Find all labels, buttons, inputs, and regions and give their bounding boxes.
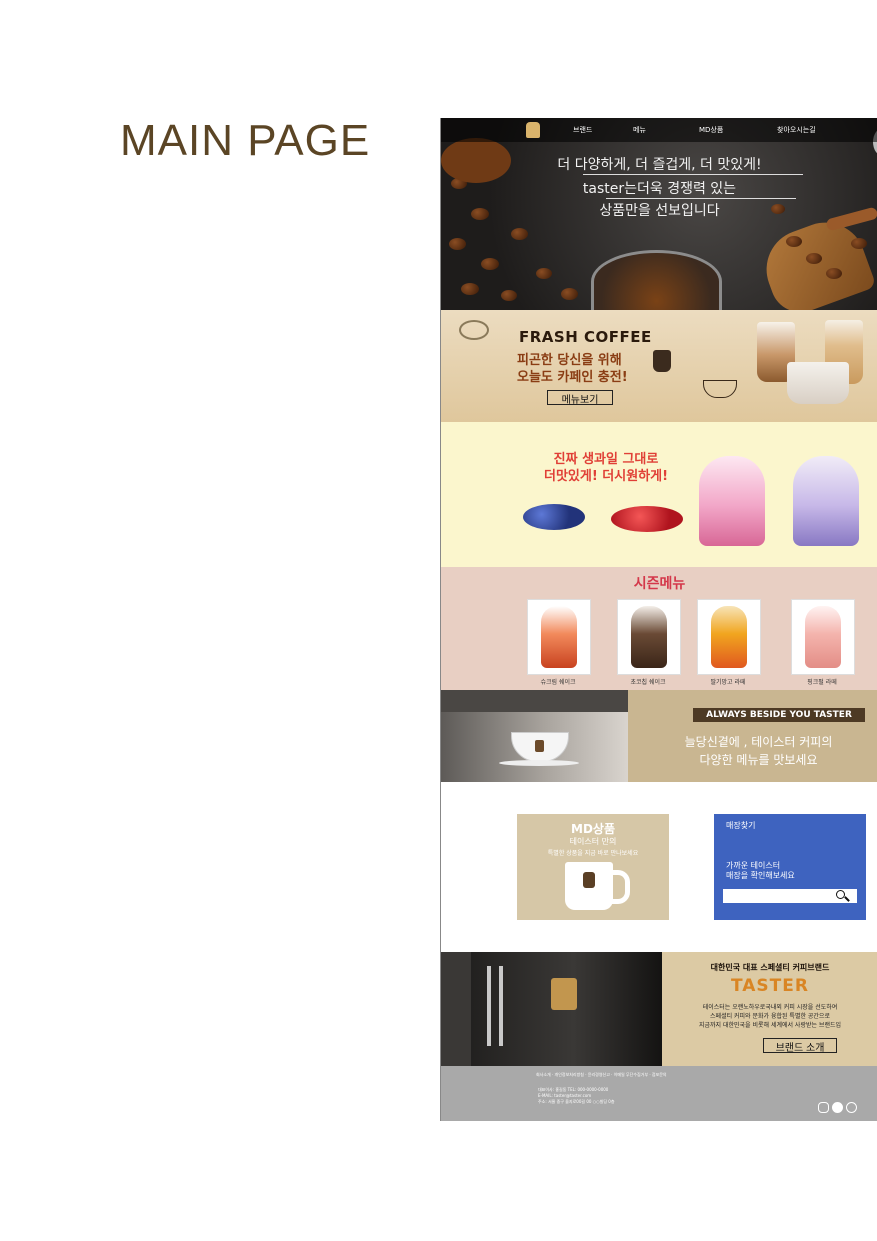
nav-location[interactable]: 찾아오시는길 [777, 125, 816, 135]
brand-intro-button[interactable]: 브랜드 소개 [763, 1038, 837, 1054]
hero-line-3: 상품만을 선보입니다 [599, 203, 720, 219]
website-mockup: 브랜드 메뉴 MD상품 찾아오시는길 더 다양하게, 더 즐겁게, 더 맛있게!… [440, 118, 877, 1121]
brand-desc-3: 지금까지 대한민국을 비롯해 세계에서 사랑받는 브랜드입 [698, 1022, 842, 1029]
always-beside-banner: ALWAYS BESIDE YOU TASTER 늘당신곁에 , 테이스터 커피… [441, 690, 877, 782]
nav-menu[interactable]: 메뉴 [633, 125, 646, 135]
footer-info-3: 주소: 서울 중구 을지로00길 00 ○○빌딩 0층 [538, 1099, 615, 1104]
brand-desc-2: 스페셜티 커피와 문화가 융합된 특별한 공간으로 [710, 1013, 830, 1020]
season-label-1: 슈크림 쉐이크 [540, 679, 576, 686]
season-card-4[interactable] [791, 599, 855, 675]
strawberry-frappe-image [699, 456, 765, 546]
nav-brand[interactable]: 브랜드 [573, 125, 592, 135]
cup-icon [459, 320, 489, 340]
always-badge: ALWAYS BESIDE YOU TASTER [693, 708, 865, 722]
top-nav: 브랜드 메뉴 MD상품 찾아오시는길 [441, 118, 877, 142]
season-label-2: 초코칩 쉐이크 [630, 679, 666, 686]
mail-icon[interactable] [846, 1102, 857, 1113]
fresh-title: FRASH COFFEE [519, 328, 652, 346]
cup-logo-icon [653, 350, 671, 372]
blueberry-frappe-image [793, 456, 859, 546]
brand-banner: 대한민국 대표 스페셜티 커피브랜드 TASTER 테이스터는 오랜노하우로국내… [441, 952, 877, 1066]
espresso-machine-image [441, 690, 628, 782]
hero-line-2: taster는더욱 경쟁력 있는 [582, 181, 737, 197]
md-sub: 테이스터 만의 [569, 837, 617, 846]
fresh-line-2: 오늘도 카페인 충전! [517, 370, 628, 385]
season-card-3[interactable] [697, 599, 761, 675]
season-card-1[interactable] [527, 599, 591, 675]
coffee-cup-icon [703, 380, 737, 398]
season-menu: 시즌메뉴 슈크림 쉐이크 초코칩 쉐이크 딸기망고 라떼 핑크펄 라떼 [441, 567, 877, 690]
fruit-banner: 진짜 생과일 그대로 더맛있게! 더시원하게! [441, 422, 877, 567]
facebook-icon[interactable] [832, 1102, 843, 1113]
md-title: MD상품 [571, 822, 615, 836]
footer-links[interactable]: 회사소개 · 개인정보처리방침 · 윤리경영신고 · 이메일 무단수집거부 · … [536, 1072, 667, 1078]
menu-view-button[interactable]: 메뉴보기 [547, 390, 613, 406]
fruit-line-2: 더맛있게! 더시원하게! [543, 469, 669, 484]
always-line-1: 늘당신곁에 , 테이스터 커피의 [684, 735, 833, 749]
season-card-2[interactable] [617, 599, 681, 675]
brand-name: TASTER [731, 976, 809, 996]
page-heading: MAIN PAGE [120, 116, 371, 165]
md-card[interactable]: MD상품 테이스터 만의 특별한 상품을 지금 바로 만나보세요 [517, 814, 669, 920]
instagram-icon[interactable] [818, 1102, 829, 1113]
store-finder-card: 매장찾기 가까운 테이스터 매장을 확인해보세요 [714, 814, 866, 920]
season-label-4: 핑크펄 라떼 [807, 679, 837, 686]
store-line-2: 매장을 확인해보세요 [726, 871, 795, 880]
storefront-image [441, 952, 662, 1066]
footer-info-2: E-MAIL: taster@taster.com [538, 1093, 592, 1098]
season-label-3: 딸기망고 라떼 [710, 679, 746, 686]
strawberries-image [611, 506, 683, 532]
brand-desc-1: 테이스터는 오랜노하우로국내외 커피 시장을 선도하여 [702, 1004, 838, 1011]
blueberries-image [523, 504, 585, 530]
fresh-coffee-banner: FRASH COFFEE 피곤한 당신을 위해 오늘도 카페인 충전! 메뉴보기 [441, 310, 877, 422]
season-title: 시즌메뉴 [633, 576, 686, 592]
logo-icon[interactable] [526, 122, 540, 138]
always-line-2: 다양한 메뉴를 맛보세요 [699, 753, 818, 767]
brand-kicker: 대한민국 대표 스페셜티 커피브랜드 [710, 963, 830, 972]
store-title: 매장찾기 [726, 821, 756, 830]
md-store-row: MD상품 테이스터 만의 특별한 상품을 지금 바로 만나보세요 매장찾기 가까… [441, 782, 877, 952]
footer: 회사소개 · 개인정보처리방침 · 윤리경영신고 · 이메일 무단수집거부 · … [441, 1066, 877, 1121]
nav-md[interactable]: MD상품 [699, 125, 723, 135]
hero-line-1: 더 다양하게, 더 즐겁게, 더 맛있게! [557, 157, 762, 173]
hero-banner: 브랜드 메뉴 MD상품 찾아오시는길 더 다양하게, 더 즐겁게, 더 맛있게!… [441, 118, 877, 310]
md-desc: 특별한 상품을 지금 바로 만나보세요 [547, 850, 639, 857]
